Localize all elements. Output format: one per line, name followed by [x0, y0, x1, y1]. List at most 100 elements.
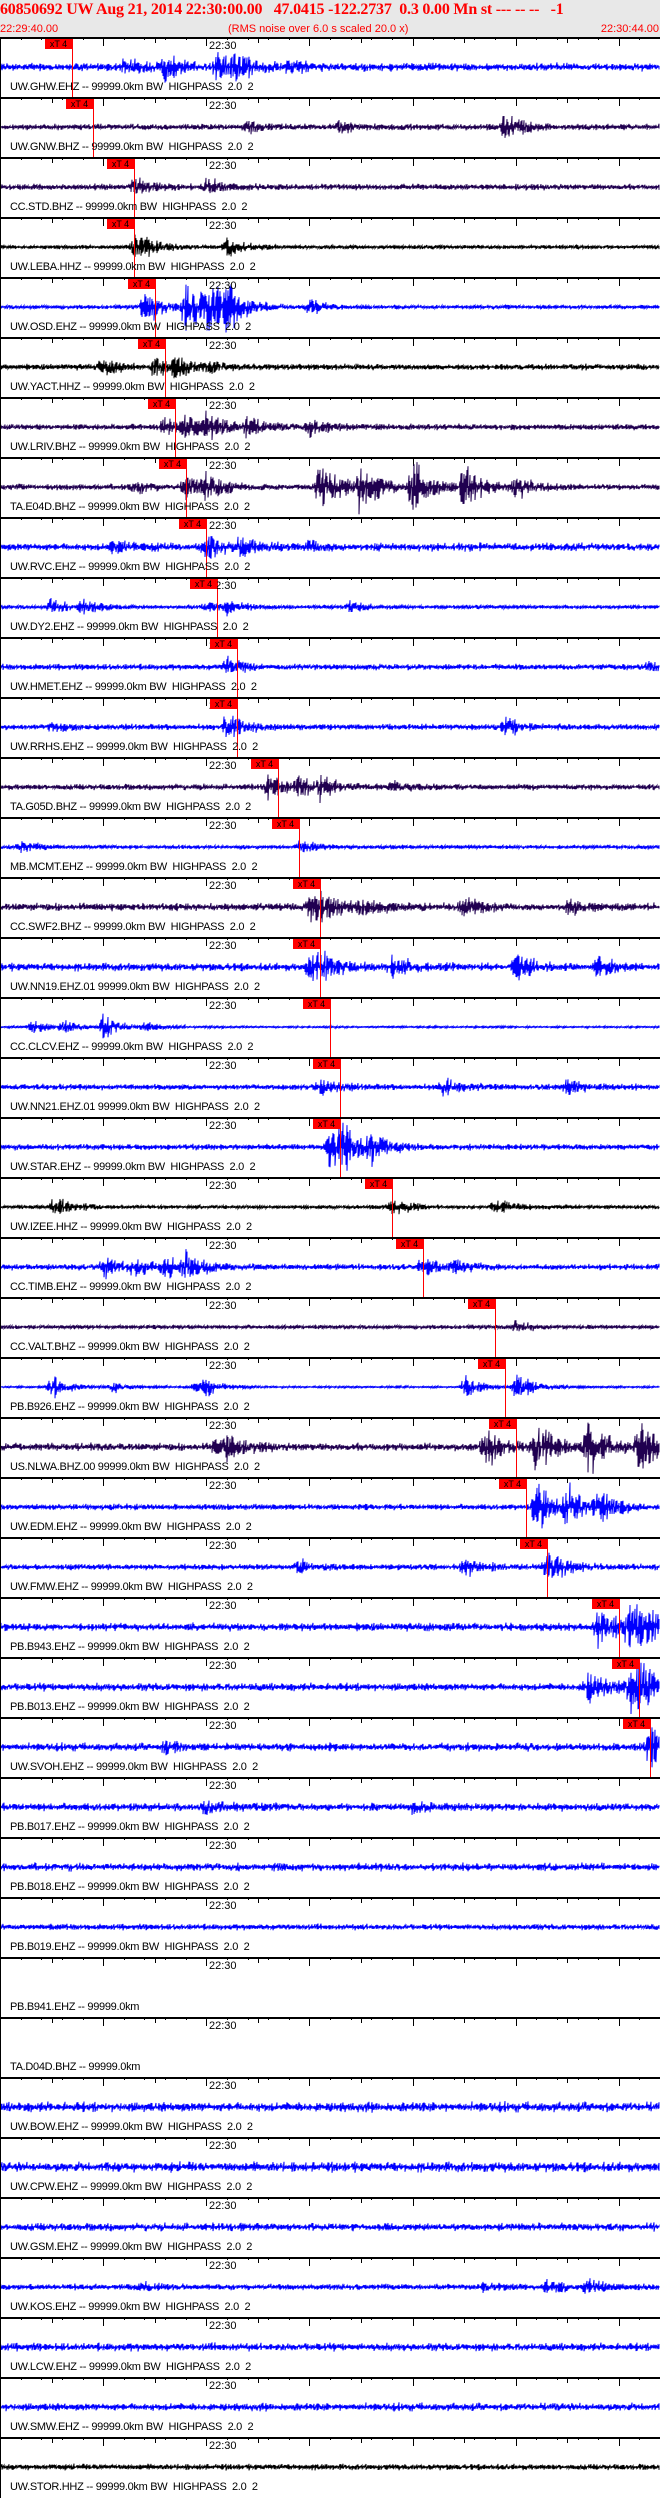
trace-row: 22:30 UW.CPW.EHZ -- 99999.0km BW HIGHPASS…: [0, 2137, 660, 2197]
trace-row: 22:30 xT 4 UW.LRIV.BHZ -- 99999.0km BW HIG…: [0, 397, 660, 457]
trace-label: CC.TIMB.EHZ -- 99999.0km BW HIGHPASS 2.0…: [10, 1281, 252, 1293]
time-label: 22:30: [209, 1180, 237, 1192]
pick-marker[interactable]: xT 4: [396, 1239, 423, 1249]
event-header: 60850692 UW Aug 21, 2014 22:30:00.00 47.…: [0, 0, 660, 37]
pick-marker[interactable]: xT 4: [293, 939, 320, 949]
trace-row: 22:30 xT 4 TA.G05D.BHZ -- 99999.0km BW HIG…: [0, 757, 660, 817]
trace-label: TA.D04D.BHZ -- 99999.0km: [10, 2061, 141, 2073]
waveform: [0, 715, 660, 738]
pick-marker[interactable]: xT 4: [66, 99, 93, 109]
pick-marker[interactable]: xT 4: [45, 39, 72, 49]
trace-label: UW.STOR.HHZ -- 99999.0km BW HIGHPASS 2.0…: [10, 2481, 258, 2493]
pick-marker[interactable]: xT 4: [251, 759, 278, 769]
waveform: [0, 115, 660, 138]
waveform: [0, 1862, 660, 1872]
time-label: 22:30: [209, 2320, 237, 2332]
waveform: [0, 1374, 660, 1399]
pick-marker[interactable]: xT 4: [210, 699, 237, 709]
time-label: 22:30: [209, 340, 237, 352]
trace-label: UW.GHW.EHZ -- 99999.0km BW HIGHPASS 2.0 …: [10, 81, 254, 93]
pick-marker[interactable]: xT 4: [190, 579, 217, 589]
trace-label: UW.YACT.HHZ -- 99999.0km BW HIGHPASS 2.0…: [10, 381, 255, 393]
end-time: 22:30:44.00: [600, 23, 659, 35]
pick-marker[interactable]: xT 4: [468, 1299, 495, 1309]
time-label: 22:30: [209, 2080, 237, 2092]
trace-label: UW.STAR.EHZ -- 99999.0km BW HIGHPASS 2.0…: [10, 1161, 256, 1173]
time-label: 22:30: [209, 280, 237, 292]
time-label: 22:30: [209, 820, 237, 832]
pick-marker[interactable]: xT 4: [623, 1719, 650, 1729]
trace-label: UW.SVOH.EHZ -- 99999.0km BW HIGHPASS 2.0…: [10, 1761, 258, 1773]
trace-row: 22:30 UW.SMW.EHZ -- 99999.0km BW HIGHPASS…: [0, 2377, 660, 2437]
time-label: 22:30: [209, 2020, 237, 2032]
trace-row: 22:30 xT 4 UW.OSD.EHZ -- 99999.0km BW HIGH…: [0, 277, 660, 337]
pick-marker[interactable]: xT 4: [138, 339, 165, 349]
trace-label: UW.HMET.EHZ -- 99999.0km BW HIGHPASS 2.0…: [10, 681, 257, 693]
time-label: 22:30: [209, 460, 237, 472]
trace-label: CC.CLCV.EHZ -- 99999.0km BW HIGHPASS 2.0…: [10, 1041, 254, 1053]
time-label: 22:30: [209, 40, 237, 52]
pick-marker[interactable]: xT 4: [107, 159, 134, 169]
trace-row: 22:30 xT 4 UW.SVOH.EHZ -- 99999.0km BW HIG…: [0, 1717, 660, 1777]
time-label: 22:30: [209, 940, 237, 952]
trace-label: UW.OSD.EHZ -- 99999.0km BW HIGHPASS 2.0 …: [10, 321, 251, 333]
pick-marker[interactable]: xT 4: [179, 519, 206, 529]
time-label: 22:30: [209, 880, 237, 892]
pick-marker[interactable]: xT 4: [210, 639, 237, 649]
trace-label: UW.LCW.EHZ -- 99999.0km BW HIGHPASS 2.0 …: [10, 2361, 251, 2373]
pick-marker[interactable]: xT 4: [499, 1479, 526, 1489]
time-label: 22:30: [209, 1960, 237, 1972]
pick-marker[interactable]: xT 4: [303, 999, 330, 1009]
time-label: 22:30: [209, 760, 237, 772]
trace-label: PB.B941.EHZ -- 99999.0km: [10, 2001, 140, 2013]
pick-marker[interactable]: xT 4: [159, 459, 186, 469]
trace-label: UW.RVC.EHZ -- 99999.0km BW HIGHPASS 2.0 …: [10, 561, 251, 573]
trace-row: 22:30 xT 4 PB.B926.EHZ -- 99999.0km BW HIG…: [0, 1357, 660, 1417]
left-border: [0, 37, 1, 2498]
trace-row: 22:30 PB.B019.EHZ -- 99999.0km BW HIGHPAS…: [0, 1897, 660, 1957]
pick-marker[interactable]: xT 4: [148, 399, 175, 409]
scaling-note: (RMS noise over 6.0 s scaled 20.0 x): [228, 23, 409, 35]
pick-marker[interactable]: xT 4: [107, 219, 134, 229]
pick-marker[interactable]: xT 4: [520, 1539, 547, 1549]
waveform: [0, 1077, 660, 1097]
pick-marker[interactable]: xT 4: [592, 1599, 619, 1609]
waveform: [0, 1198, 660, 1215]
time-label: 22:30: [209, 400, 237, 412]
trace-label: UW.GSM.EHZ -- 99999.0km BW HIGHPASS 2.0 …: [10, 2241, 253, 2253]
time-label: 22:30: [209, 1660, 237, 1672]
trace-row: 22:30 UW.STOR.HHZ -- 99999.0km BW HIGHPAS…: [0, 2437, 660, 2497]
trace-row: 22:30 xT 4 PB.B013.EHZ -- 99999.0km BW HIG…: [0, 1657, 660, 1717]
waveform: [0, 1800, 660, 1815]
pick-marker[interactable]: xT 4: [128, 279, 155, 289]
pick-marker[interactable]: xT 4: [293, 879, 320, 889]
trace-label: US.NLWA.BHZ.00 99999.0km BW HIGHPASS 2.0…: [10, 1461, 260, 1473]
waveform: [0, 655, 660, 673]
waveform: [0, 536, 660, 559]
trace-row: 22:30 xT 4 UW.DY2.EHZ -- 99999.0km BW HIGH…: [0, 577, 660, 637]
time-label: 22:30: [209, 2260, 237, 2272]
trace-label: UW.EDM.EHZ -- 99999.0km BW HIGHPASS 2.0 …: [10, 1521, 252, 1533]
pick-marker[interactable]: xT 4: [478, 1359, 505, 1369]
time-label: 22:30: [209, 1780, 237, 1792]
trace-label: PB.B013.EHZ -- 99999.0km BW HIGHPASS 2.0…: [10, 1701, 250, 1713]
waveform: [0, 890, 660, 923]
pick-marker[interactable]: xT 4: [612, 1659, 639, 1669]
waveform: [0, 2222, 660, 2232]
trace-row: 22:30 xT 4 UW.GHW.EHZ -- 99999.0km BW HIGH…: [0, 37, 660, 97]
pick-marker[interactable]: xT 4: [272, 819, 299, 829]
time-label: 22:30: [209, 2380, 237, 2392]
trace-row: 22:30 xT 4 CC.STD.BHZ -- 99999.0km BW HIGH…: [0, 157, 660, 217]
pick-marker[interactable]: xT 4: [365, 1179, 392, 1189]
trace-label: UW.GNW.BHZ -- 99999.0km BW HIGHPASS 2.0 …: [10, 141, 254, 153]
trace-row: 22:30 xT 4 UW.LEBA.HHZ -- 99999.0km BW HIG…: [0, 217, 660, 277]
pick-marker[interactable]: xT 4: [313, 1059, 340, 1069]
trace-label: TA.E04D.BHZ -- 99999.0km BW HIGHPASS 2.0…: [10, 501, 250, 513]
trace-label: UW.IZEE.HHZ -- 99999.0km BW HIGHPASS 2.0…: [10, 1221, 252, 1233]
pick-marker[interactable]: xT 4: [313, 1119, 340, 1129]
pick-marker[interactable]: xT 4: [489, 1419, 516, 1429]
trace-row: 22:30 xT 4 UW.NN21.EHZ.01 99999.0km BW HIG…: [0, 1057, 660, 1117]
time-label: 22:30: [209, 1480, 237, 1492]
waveform: [0, 177, 660, 194]
trace-label: UW.KOS.EHZ -- 99999.0km BW HIGHPASS 2.0 …: [10, 2301, 251, 2313]
